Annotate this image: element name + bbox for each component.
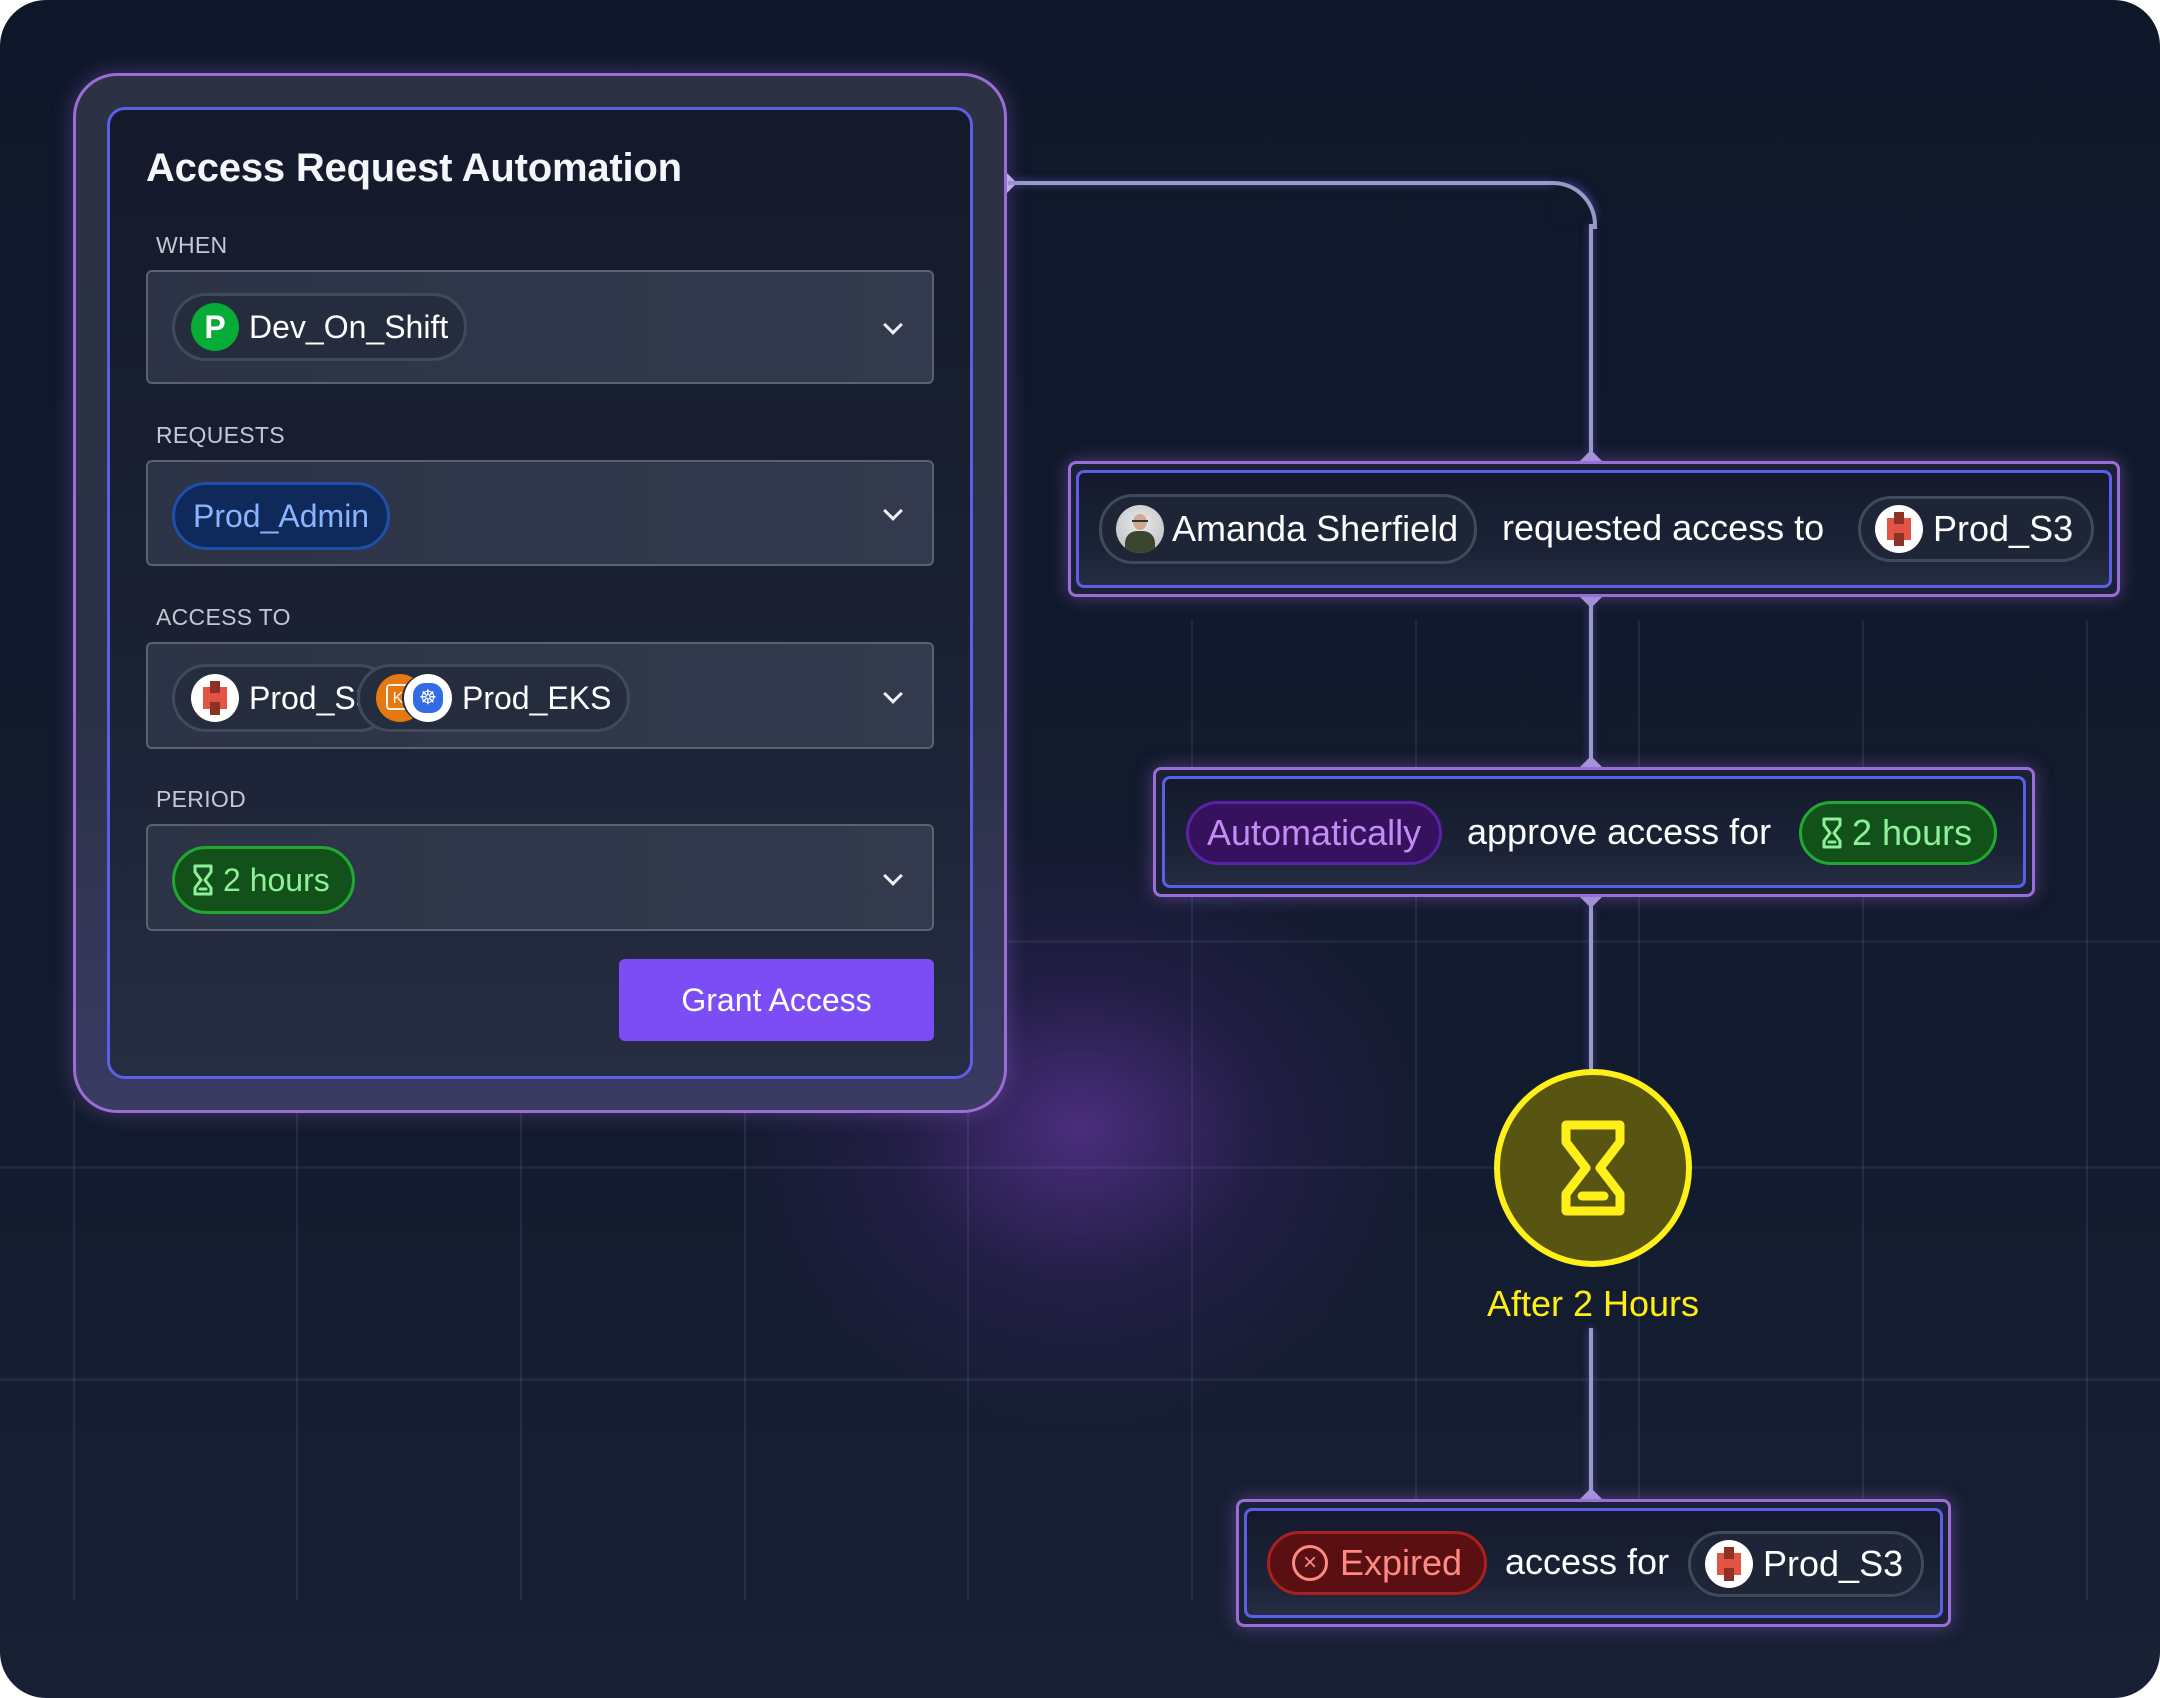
connector-line xyxy=(1589,905,1593,1071)
access-to-label: ACCESS TO xyxy=(156,604,291,630)
connector-line xyxy=(1008,181,1553,185)
access-to-select[interactable]: Prod_S3 K ☸ Prod_EKS xyxy=(146,642,934,749)
connector-line xyxy=(1589,224,1593,456)
expire-text: access for xyxy=(1505,1541,1670,1582)
user-chip[interactable]: Amanda Sherfield xyxy=(1099,494,1478,564)
user-avatar xyxy=(1116,505,1164,553)
close-circle-icon: × xyxy=(1292,1545,1328,1581)
automation-card xyxy=(107,107,973,1079)
period-label: PERIOD xyxy=(156,786,246,812)
resource-chip[interactable]: Prod_S3 xyxy=(1688,1531,1925,1597)
pagerduty-icon: P xyxy=(191,303,239,351)
card-title: Access Request Automation xyxy=(146,146,682,190)
chip-label: Prod_EKS xyxy=(462,679,612,716)
connector-port xyxy=(1580,756,1602,767)
grid-line xyxy=(1000,940,2160,943)
automatic-chip[interactable]: Automatically xyxy=(1186,801,1443,865)
hourglass-icon xyxy=(193,864,213,896)
chip-prod-admin[interactable]: Prod_Admin xyxy=(172,482,391,550)
resource-name: Prod_S3 xyxy=(1763,1543,1904,1584)
chevron-down-icon[interactable] xyxy=(883,315,903,335)
kubernetes-icon: ☸ xyxy=(404,674,452,722)
expired-chip[interactable]: × Expired xyxy=(1267,1531,1488,1595)
connector-line xyxy=(1589,605,1593,762)
duration-chip[interactable]: 2 hours xyxy=(1799,801,1998,865)
connector-line xyxy=(1589,1328,1593,1494)
hourglass-icon xyxy=(1561,1120,1625,1216)
requests-select[interactable]: Prod_Admin xyxy=(146,460,934,566)
chip-label: Prod_S3 xyxy=(249,679,374,716)
grid-line xyxy=(73,1100,75,1600)
when-label: WHEN xyxy=(156,232,228,258)
resource-chip[interactable]: Prod_S3 xyxy=(1858,496,2095,562)
resource-name: Prod_S3 xyxy=(1933,508,2074,549)
aws-s3-icon xyxy=(191,674,239,722)
request-text: requested access to xyxy=(1502,507,1825,548)
chip-prod-eks[interactable]: K ☸ Prod_EKS xyxy=(357,664,631,732)
aws-s3-icon xyxy=(1705,1540,1753,1588)
aws-s3-icon xyxy=(1875,505,1923,553)
canvas: Access Request Automation WHEN P Dev_On_… xyxy=(0,0,2160,1698)
chevron-down-icon[interactable] xyxy=(883,683,903,704)
connector-line xyxy=(1549,181,1597,229)
chevron-down-icon[interactable] xyxy=(883,501,903,521)
timer-label: After 2 Hours xyxy=(1486,1283,1700,1324)
user-name: Amanda Sherfield xyxy=(1172,508,1459,549)
grid-line xyxy=(2086,620,2088,1600)
grid-line xyxy=(967,1100,969,1600)
chip-label: Dev_On_Shift xyxy=(249,308,449,345)
grid-line xyxy=(744,1100,746,1600)
period-select[interactable]: 2 hours xyxy=(146,824,934,931)
grid-line xyxy=(0,1166,2160,1169)
connector-port xyxy=(1580,450,1602,461)
grid-line xyxy=(0,1378,2160,1381)
chip-label: 2 hours xyxy=(223,861,330,898)
grid-line xyxy=(296,1100,298,1600)
chip-dev-on-shift[interactable]: P Dev_On_Shift xyxy=(172,293,468,361)
approve-text: approve access for xyxy=(1467,811,1772,852)
chip-label: Prod_Admin xyxy=(193,497,370,534)
grant-access-button[interactable]: Grant Access xyxy=(619,959,934,1041)
chevron-down-icon[interactable] xyxy=(883,865,903,886)
connector-port xyxy=(1580,1488,1602,1499)
hourglass-icon xyxy=(1822,817,1842,849)
mode-label: Automatically xyxy=(1207,812,1422,853)
grid-line xyxy=(520,1100,522,1600)
when-select[interactable]: P Dev_On_Shift xyxy=(146,270,934,384)
requests-label: REQUESTS xyxy=(156,422,285,448)
duration-label: 2 hours xyxy=(1852,812,1973,853)
timer-node[interactable] xyxy=(1494,1069,1692,1267)
status-label: Expired xyxy=(1340,1542,1463,1583)
chip-2-hours[interactable]: 2 hours xyxy=(172,846,355,914)
